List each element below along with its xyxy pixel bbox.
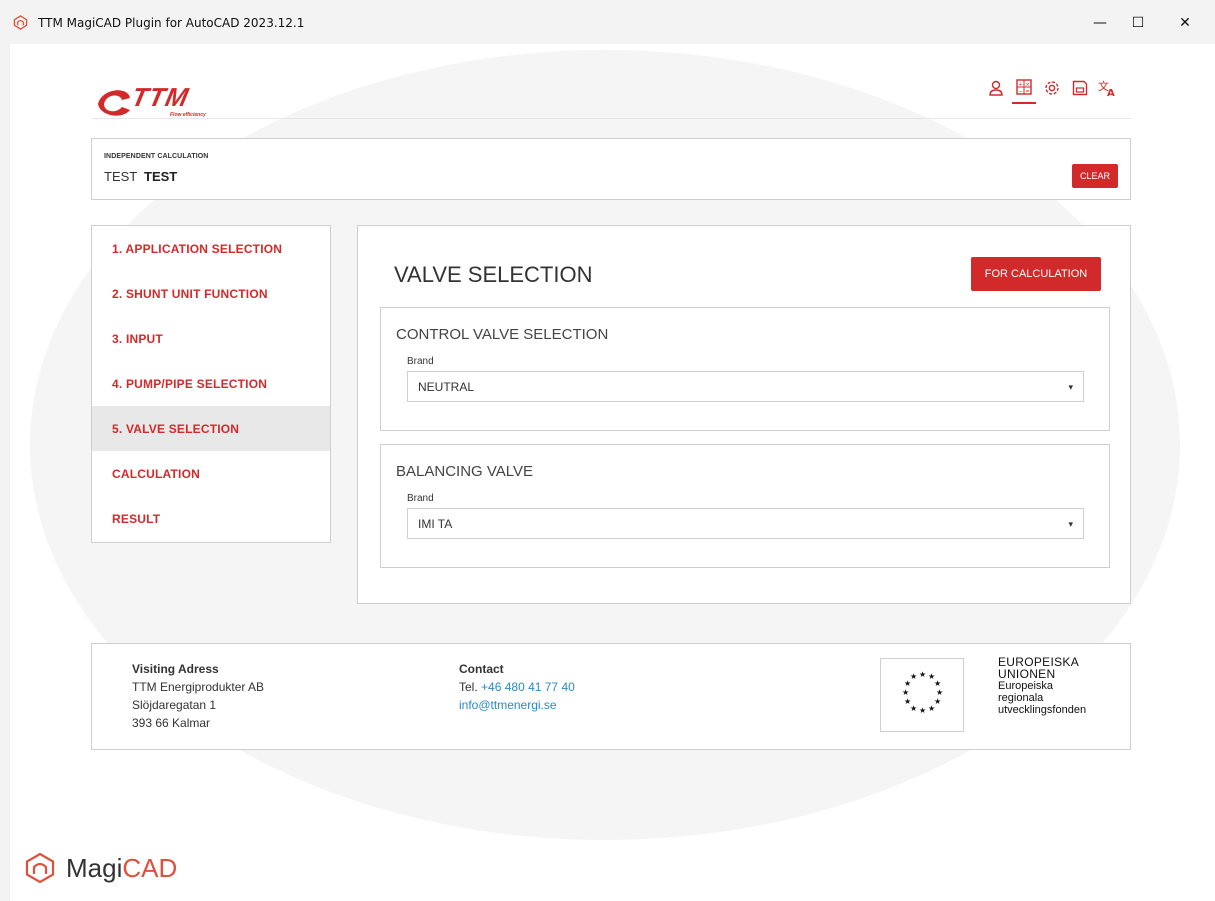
- calculation-label: INDEPENDENT CALCULATION: [104, 153, 209, 160]
- header-toolbar: + × − = 文A: [984, 76, 1120, 104]
- svg-text:★: ★: [902, 688, 909, 697]
- visiting-address-heading: Visiting Adress: [132, 662, 219, 676]
- calculator-icon[interactable]: + × − =: [1012, 76, 1036, 104]
- for-calculation-button[interactable]: FOR CALCULATION: [971, 257, 1101, 291]
- steps-sidebar: 1. APPLICATION SELECTION 2. SHUNT UNIT F…: [91, 225, 331, 543]
- svg-text:+: +: [1019, 82, 1023, 88]
- window-title: TTM MagiCAD Plugin for AutoCAD 2023.12.1: [38, 16, 305, 30]
- user-icon[interactable]: [984, 76, 1008, 100]
- calculation-name: TEST: [144, 169, 178, 184]
- header-divider: [92, 118, 1131, 119]
- sidebar-item-input[interactable]: 3. INPUT: [92, 316, 330, 361]
- chevron-down-icon: ▾: [1068, 382, 1073, 392]
- magicad-text-cad: CAD: [122, 852, 178, 883]
- svg-text:★: ★: [928, 704, 935, 713]
- close-button[interactable]: ✕: [1162, 8, 1208, 38]
- svg-text:−: −: [1019, 89, 1023, 95]
- eu-line: Europeiska: [998, 680, 1054, 692]
- svg-text:A: A: [1107, 88, 1115, 97]
- magicad-text-magi: Magi: [66, 852, 123, 883]
- balancing-valve-title: BALANCING VALVE: [396, 463, 533, 480]
- contact-info: Contact Tel. +46 480 41 77 40 info@ttmen…: [459, 660, 575, 714]
- eu-fund-text: EUROPEISKA UNIONEN Europeiska regionala …: [998, 656, 1086, 716]
- window-titlebar: TTM MagiCAD Plugin for AutoCAD 2023.12.1…: [0, 0, 1215, 44]
- eu-line: UNIONEN: [998, 667, 1056, 681]
- balancing-valve-brand-label: Brand: [407, 493, 434, 504]
- visiting-address-line: 393 66 Kalmar: [132, 716, 211, 730]
- maximize-button[interactable]: ☐: [1115, 8, 1161, 38]
- valve-selection-panel: VALVE SELECTION FOR CALCULATION CONTROL …: [357, 225, 1131, 604]
- email-link[interactable]: info@ttmenergi.se: [459, 696, 575, 714]
- chevron-down-icon: ▾: [1068, 519, 1073, 529]
- magicad-logo: MagiCAD: [24, 852, 177, 884]
- svg-text:★: ★: [919, 670, 926, 679]
- visiting-address: Visiting Adress TTM Energiprodukter AB S…: [132, 660, 264, 732]
- svg-text:★: ★: [919, 706, 926, 715]
- control-valve-title: CONTROL VALVE SELECTION: [396, 326, 609, 343]
- sidebar-item-application-selection[interactable]: 1. APPLICATION SELECTION: [92, 226, 330, 271]
- sidebar-item-valve-selection[interactable]: 5. VALVE SELECTION: [92, 406, 330, 451]
- phone-link[interactable]: +46 480 41 77 40: [481, 680, 575, 694]
- magicad-logo-icon: [25, 852, 55, 884]
- footer-card: Visiting Adress TTM Energiprodukter AB S…: [91, 643, 1131, 750]
- sidebar-item-pump-pipe-selection[interactable]: 4. PUMP/PIPE SELECTION: [92, 361, 330, 406]
- page-title: VALVE SELECTION: [394, 262, 593, 287]
- app-client-area: TTM Flow efficiency + × − = 文A INDEPENDENT …: [10, 44, 1215, 901]
- balancing-valve-brand-select[interactable]: IMI TA ▾: [407, 508, 1084, 539]
- contact-heading: Contact: [459, 662, 504, 676]
- sidebar-item-result[interactable]: RESULT: [92, 496, 330, 541]
- svg-text:★: ★: [904, 697, 911, 706]
- calculation-name-prefix: TEST: [104, 169, 138, 184]
- svg-text:×: ×: [1026, 82, 1030, 88]
- tel-label: Tel.: [459, 680, 478, 694]
- control-valve-brand-label: Brand: [407, 356, 434, 367]
- visiting-address-line: TTM Energiprodukter AB: [132, 680, 265, 694]
- save-icon[interactable]: [1068, 76, 1092, 100]
- sidebar-item-shunt-unit-function[interactable]: 2. SHUNT UNIT FUNCTION: [92, 271, 330, 316]
- clear-button[interactable]: CLEAR: [1072, 164, 1118, 188]
- balancing-valve-section: BALANCING VALVE Brand IMI TA ▾: [380, 444, 1110, 568]
- ttm-logo-text: TTM: [128, 82, 192, 112]
- visiting-address-line: Slöjdaregatan 1: [132, 698, 217, 712]
- calculation-card: INDEPENDENT CALCULATION TEST TEST CLEAR: [91, 138, 1131, 200]
- sidebar-item-calculation[interactable]: CALCULATION: [92, 451, 330, 496]
- svg-text:★: ★: [934, 679, 941, 688]
- control-valve-brand-value: NEUTRAL: [418, 379, 475, 394]
- translate-icon[interactable]: 文A: [1096, 76, 1120, 100]
- control-valve-brand-select[interactable]: NEUTRAL ▾: [407, 371, 1084, 402]
- gear-icon[interactable]: [1040, 76, 1064, 100]
- magicad-app-icon: [13, 15, 28, 30]
- svg-text:★: ★: [910, 672, 917, 681]
- svg-text:★: ★: [936, 688, 943, 697]
- control-valve-section: CONTROL VALVE SELECTION Brand NEUTRAL ▾: [380, 307, 1110, 431]
- eu-flag-icon: ★ ★ ★ ★ ★ ★ ★ ★ ★ ★ ★ ★: [880, 658, 964, 732]
- balancing-valve-brand-value: IMI TA: [418, 516, 453, 531]
- svg-text:=: =: [1026, 89, 1030, 95]
- eu-line: regionala: [998, 692, 1044, 704]
- eu-line: utvecklingsfonden: [998, 704, 1087, 716]
